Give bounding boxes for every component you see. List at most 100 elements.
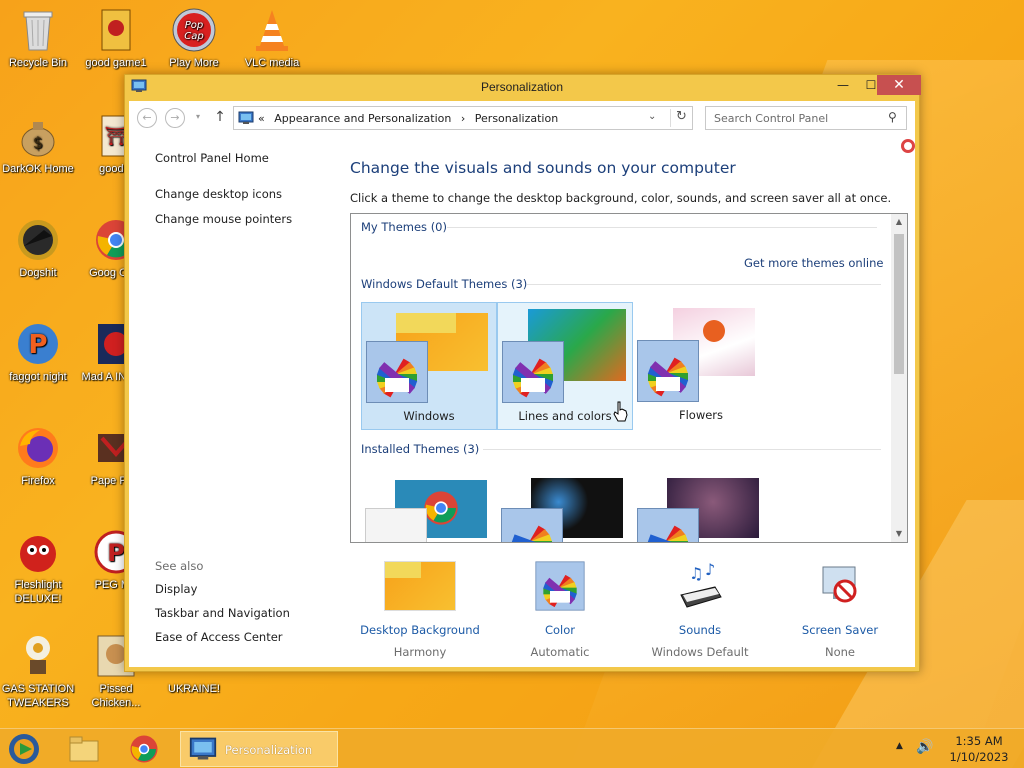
- desktop-icon-faggot-night[interactable]: P faggot night: [0, 320, 76, 384]
- theme-installed-dark[interactable]: [497, 470, 633, 542]
- scroll-down-button[interactable]: ▼: [891, 526, 907, 542]
- link-control-panel-home[interactable]: Control Panel Home: [155, 151, 335, 165]
- desktop-icon-darkok[interactable]: $ DarkOK Home: [0, 112, 76, 176]
- group-title: My Themes (0): [361, 220, 447, 234]
- desktop-icon-recycle-bin[interactable]: Recycle Bin: [0, 6, 76, 70]
- personalization-window: Personalization — ☐ ✕ ← → ▾ ↑ « Appearan…: [124, 74, 921, 672]
- window-title: Personalization: [480, 80, 564, 94]
- group-installed-themes: Installed Themes (3): [361, 442, 479, 456]
- desktop-icon-play-more[interactable]: Pop Cap Play More: [156, 6, 232, 70]
- svg-text:P: P: [28, 330, 47, 360]
- taskbar-app-explorer[interactable]: [66, 731, 106, 767]
- color-link[interactable]: Color: [490, 623, 630, 637]
- screen-saver-icon: [815, 561, 865, 611]
- svg-text:$: $: [33, 133, 43, 152]
- search-icon[interactable]: ⚲: [888, 110, 897, 124]
- divider: [447, 227, 877, 228]
- title-bar[interactable]: Personalization — ☐ ✕: [125, 75, 921, 99]
- theme-label: Windows: [403, 409, 455, 423]
- desktop-background-value: Harmony: [393, 645, 447, 659]
- help-icon[interactable]: [901, 139, 915, 153]
- theme-label: Flowers: [678, 408, 724, 422]
- desktop-icon-vlc[interactable]: VLC media: [234, 6, 310, 70]
- color-item[interactable]: Color Automatic: [490, 561, 630, 659]
- group-title: Installed Themes (3): [361, 442, 480, 456]
- content-area: Control Panel Home Change desktop icons …: [129, 135, 915, 667]
- desktop-icon-label: Recycle Bin: [8, 57, 68, 69]
- desktop-icon-good-game1[interactable]: good game1: [78, 6, 154, 70]
- refresh-button[interactable]: ↻: [670, 109, 692, 127]
- breadcrumb-separator[interactable]: ›: [461, 112, 465, 125]
- palette-icon: [502, 341, 564, 403]
- mahjong-icon: [101, 9, 131, 51]
- address-dropdown-button[interactable]: ⌄: [648, 111, 656, 122]
- breadcrumb-personalization[interactable]: Personalization: [475, 112, 558, 125]
- screen-saver-item[interactable]: Screen Saver None: [770, 561, 910, 659]
- scroll-up-button[interactable]: ▲: [891, 214, 907, 230]
- theme-installed-chrome[interactable]: [361, 470, 497, 542]
- desktop-icon-label: faggot night: [9, 371, 67, 383]
- desktop-icon-label: Fleshlight DELUXE!: [14, 579, 62, 605]
- forward-button[interactable]: →: [165, 108, 185, 128]
- link-ease-of-access[interactable]: Ease of Access Center: [155, 630, 335, 644]
- breadcrumb: « Appearance and Personalization › Perso…: [258, 112, 564, 125]
- vlc-cone-icon: [256, 10, 288, 51]
- desktop-background-thumbnail: [384, 561, 456, 611]
- sounds-link[interactable]: Sounds: [630, 623, 770, 637]
- link-taskbar-navigation[interactable]: Taskbar and Navigation: [155, 606, 335, 620]
- svg-text:P: P: [107, 539, 125, 567]
- desktop-icon-firefox[interactable]: Firefox: [0, 424, 76, 488]
- palette-icon: [637, 340, 699, 402]
- desktop-icon-label: Play More: [169, 57, 219, 69]
- theme-list-scrollbar[interactable]: ▲ ▼: [891, 214, 907, 542]
- recent-locations-button[interactable]: ▾: [193, 108, 203, 128]
- desktop-icon-label: Firefox: [21, 475, 55, 487]
- theme-windows[interactable]: Windows: [361, 302, 497, 430]
- palette-icon: [366, 341, 428, 403]
- left-nav: Control Panel Home Change desktop icons …: [155, 151, 335, 237]
- theme-installed-purple[interactable]: [633, 470, 769, 542]
- screen-saver-link[interactable]: Screen Saver: [770, 623, 910, 637]
- svg-text:Cap: Cap: [184, 31, 203, 42]
- sounds-item[interactable]: ♫ ♪ Sounds Windows Default: [630, 560, 770, 659]
- desktop-icon-label: VLC media: [244, 57, 300, 69]
- search-box[interactable]: Search Control Panel ⚲: [705, 106, 907, 130]
- desktop-icon-fleshlight[interactable]: Fleshlight DELUXE!: [0, 528, 76, 606]
- breadcrumb-overflow[interactable]: «: [258, 112, 265, 125]
- scroll-thumb[interactable]: [894, 234, 904, 374]
- taskbar-app-chrome[interactable]: [126, 731, 166, 767]
- up-button[interactable]: ↑: [213, 108, 227, 128]
- back-button[interactable]: ←: [137, 108, 157, 128]
- popcap-icon: Pop Cap: [172, 8, 216, 52]
- link-display[interactable]: Display: [155, 582, 335, 596]
- clock-time: 1:35 AM: [955, 734, 1003, 748]
- breadcrumb-appearance[interactable]: Appearance and Personalization: [274, 112, 451, 125]
- theme-list: My Themes (0) Get more themes online Win…: [350, 213, 908, 543]
- desktop-icon-gas-station[interactable]: GAS STATION TWEAKERS: [0, 632, 76, 710]
- screen-saver-value: None: [824, 645, 855, 659]
- taskbar-app-media[interactable]: [6, 731, 46, 767]
- see-also: See also Display Taskbar and Navigation …: [155, 559, 335, 654]
- divider: [527, 284, 881, 285]
- clock[interactable]: 1:35 AM 1/10/2023: [944, 733, 1014, 765]
- show-hidden-icons-button[interactable]: ▲: [896, 741, 903, 768]
- navigation-toolbar: ← → ▾ ↑ « Appearance and Personalization…: [129, 101, 915, 135]
- link-change-desktop-icons[interactable]: Change desktop icons: [155, 187, 335, 201]
- palette-icon: [365, 508, 427, 542]
- theme-preview-shape: [396, 313, 456, 333]
- link-change-mouse-pointers[interactable]: Change mouse pointers: [155, 212, 335, 226]
- desktop-icon-label: good game1: [85, 57, 147, 69]
- get-more-themes-link[interactable]: Get more themes online: [744, 256, 883, 270]
- close-button[interactable]: ✕: [877, 75, 921, 95]
- group-title: Windows Default Themes (3): [361, 277, 528, 291]
- address-bar[interactable]: « Appearance and Personalization › Perso…: [233, 106, 693, 130]
- plant-icon: [26, 636, 50, 674]
- clock-date: 1/10/2023: [949, 750, 1009, 764]
- minimize-button[interactable]: —: [829, 75, 857, 95]
- theme-flowers[interactable]: Flowers: [633, 302, 769, 430]
- taskbar-app-personalization[interactable]: Personalization: [180, 731, 338, 767]
- desktop-icon-dogshit[interactable]: Dogshit: [0, 216, 76, 280]
- desktop-background-link[interactable]: Desktop Background: [350, 623, 490, 637]
- desktop-background-item[interactable]: Desktop Background Harmony: [350, 561, 490, 659]
- volume-icon[interactable]: 🔊: [916, 739, 933, 768]
